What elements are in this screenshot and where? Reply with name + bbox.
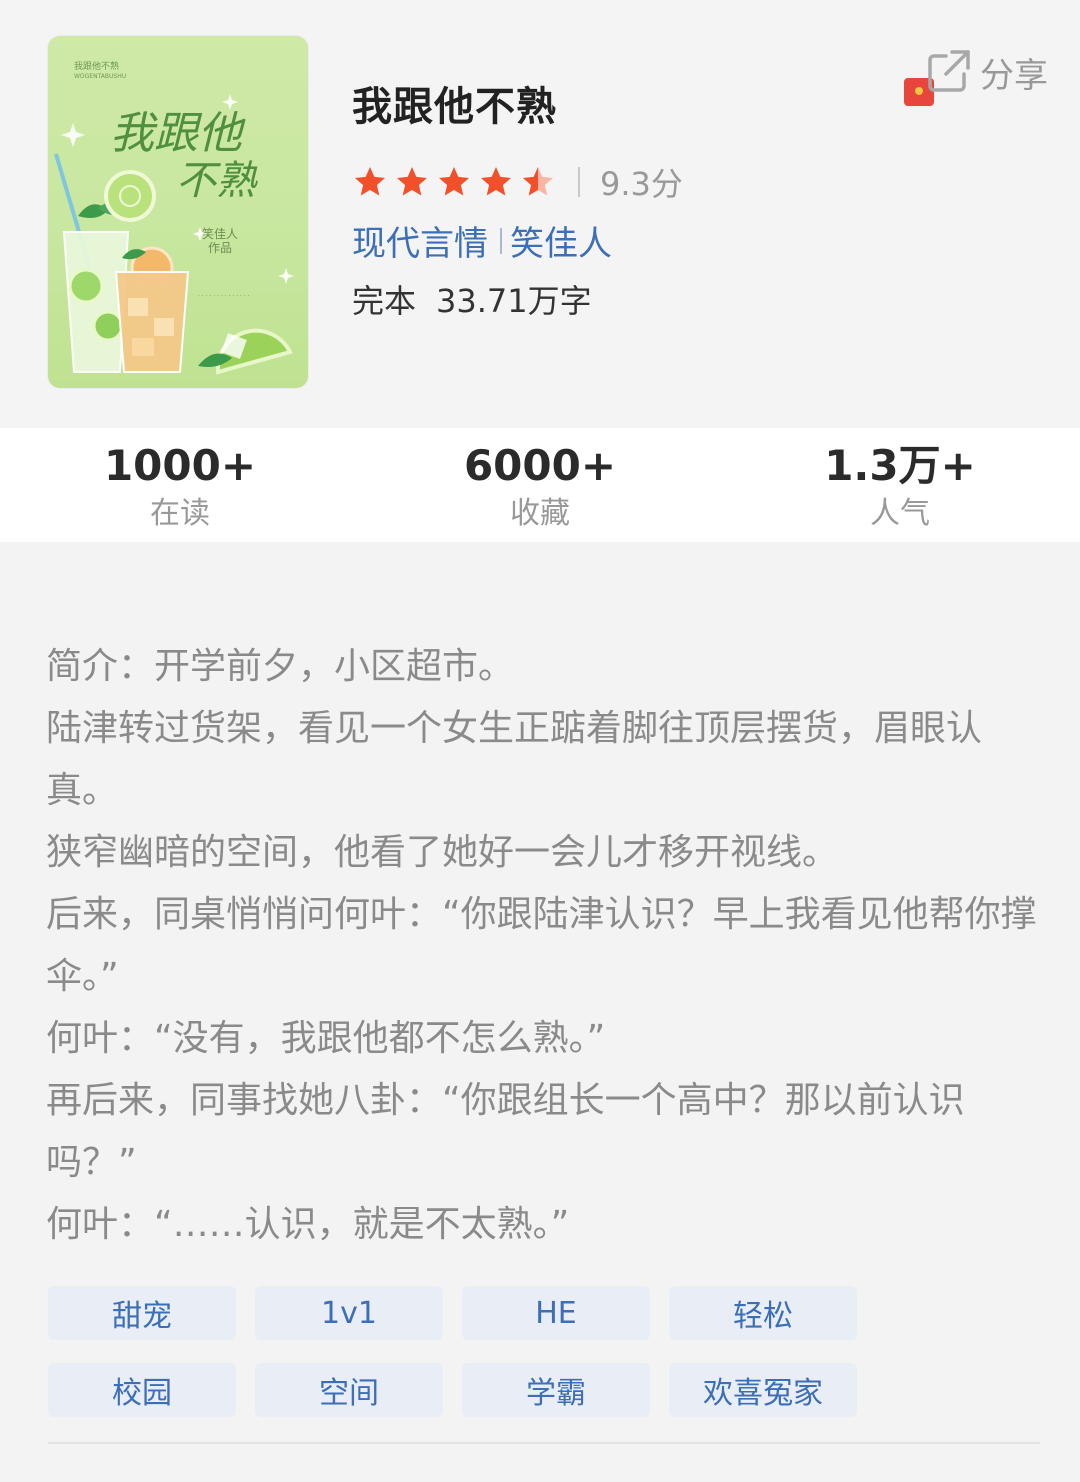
stat-popularity: 1.3万+ 人气 xyxy=(720,440,1080,536)
completion-status: 完本 xyxy=(352,282,417,320)
star-full-icon xyxy=(481,167,511,196)
stat-value: 6000+ xyxy=(463,441,617,490)
tag-chip[interactable]: 校园 xyxy=(48,1363,236,1417)
stat-reading: 1000+ 在读 xyxy=(0,440,360,536)
cover-small-title: 我跟他不熟 xyxy=(74,60,119,72)
book-header: 我跟他不熟 WOGENTABUSHU 我跟他 不熟 笑佳人 作品 · · · ·… xyxy=(0,0,1080,428)
rating-row: 9.3分 xyxy=(352,160,683,204)
stat-value: 1.3万+ xyxy=(824,441,976,490)
synopsis-paragraph: 再后来，同事找她八卦：“你跟组长一个高中？那以前认识吗？” xyxy=(46,1080,965,1183)
book-title: 我跟他不熟 xyxy=(352,84,557,130)
stat-label: 人气 xyxy=(870,496,930,531)
cover-calligraphy-line2: 不熟 xyxy=(176,158,258,204)
word-count: 33.71万字 xyxy=(436,282,592,320)
lime-slice-illustration xyxy=(198,328,293,375)
stat-label: 在读 xyxy=(150,496,210,531)
star-full-icon xyxy=(439,167,469,196)
synopsis-paragraph: 何叶：“……认识，就是不太熟。” xyxy=(46,1204,570,1245)
synopsis-paragraph: 后来，同桌悄悄问何叶：“你跟陆津认识？早上我看见他帮你撑伞。” xyxy=(46,894,1037,997)
synopsis-paragraph: 简介：开学前夕，小区超市。 xyxy=(46,646,515,687)
book-cover-image[interactable]: 我跟他不熟 WOGENTABUSHU 我跟他 不熟 笑佳人 作品 · · · ·… xyxy=(48,36,308,388)
star-full-icon xyxy=(355,167,385,196)
tag-chip[interactable]: 学霸 xyxy=(462,1363,650,1417)
cover-fine-print: · · · · · · · · · · · · · · xyxy=(198,293,250,300)
tag-chip[interactable]: 轻松 xyxy=(669,1286,857,1340)
stat-label: 收藏 xyxy=(510,496,570,531)
category-link[interactable]: 现代言情 xyxy=(352,216,488,265)
tag-chip[interactable]: HE xyxy=(462,1286,650,1340)
synopsis-paragraph: 陆津转过货架，看见一个女生正踮着脚往顶层摆货，眉眼认真。 xyxy=(46,708,983,811)
star-full-icon xyxy=(397,167,427,196)
rating-divider xyxy=(578,167,580,197)
cover-author-line2: 作品 xyxy=(208,241,232,255)
stat-value: 1000+ xyxy=(103,441,257,490)
cover-pinyin: WOGENTABUSHU xyxy=(74,73,126,80)
book-status-row: 完本 33.71万字 xyxy=(352,276,592,322)
cover-author-line1: 笑佳人 xyxy=(202,226,238,241)
book-meta-row: 现代言情 笑佳人 xyxy=(352,216,612,265)
book-detail-page: 我跟他不熟 WOGENTABUSHU 我跟他 不熟 笑佳人 作品 · · · ·… xyxy=(0,0,1080,1482)
star-half-icon xyxy=(523,167,553,196)
stat-favorites: 6000+ 收藏 xyxy=(360,440,720,536)
author-link[interactable]: 笑佳人 xyxy=(510,216,612,265)
book-synopsis: 简介：开学前夕，小区超市。 陆津转过货架，看见一个女生正踮着脚往顶层摆货，眉眼认… xyxy=(46,636,1042,1256)
section-divider xyxy=(48,1442,1040,1444)
synopsis-paragraph: 何叶：“没有，我跟他都不怎么熟。” xyxy=(46,1018,606,1059)
rating-score: 9.3分 xyxy=(600,165,683,203)
book-stats: 1000+ 在读 6000+ 收藏 1.3万+ 人气 xyxy=(0,428,1080,542)
tag-chip[interactable]: 1v1 xyxy=(255,1286,443,1340)
rating-stars xyxy=(352,164,556,200)
meta-divider xyxy=(500,227,502,254)
tag-chip[interactable]: 空间 xyxy=(255,1363,443,1417)
share-button[interactable]: 分享 xyxy=(890,40,1060,106)
synopsis-paragraph: 狭窄幽暗的空间，他看了她好一会儿才移开视线。 xyxy=(46,832,839,873)
share-label: 分享 xyxy=(980,56,1048,96)
cover-calligraphy-line1: 我跟他 xyxy=(110,108,246,159)
tag-chip[interactable]: 欢喜冤家 xyxy=(669,1363,857,1417)
share-icon xyxy=(928,50,970,92)
tag-chip[interactable]: 甜宠 xyxy=(48,1286,236,1340)
